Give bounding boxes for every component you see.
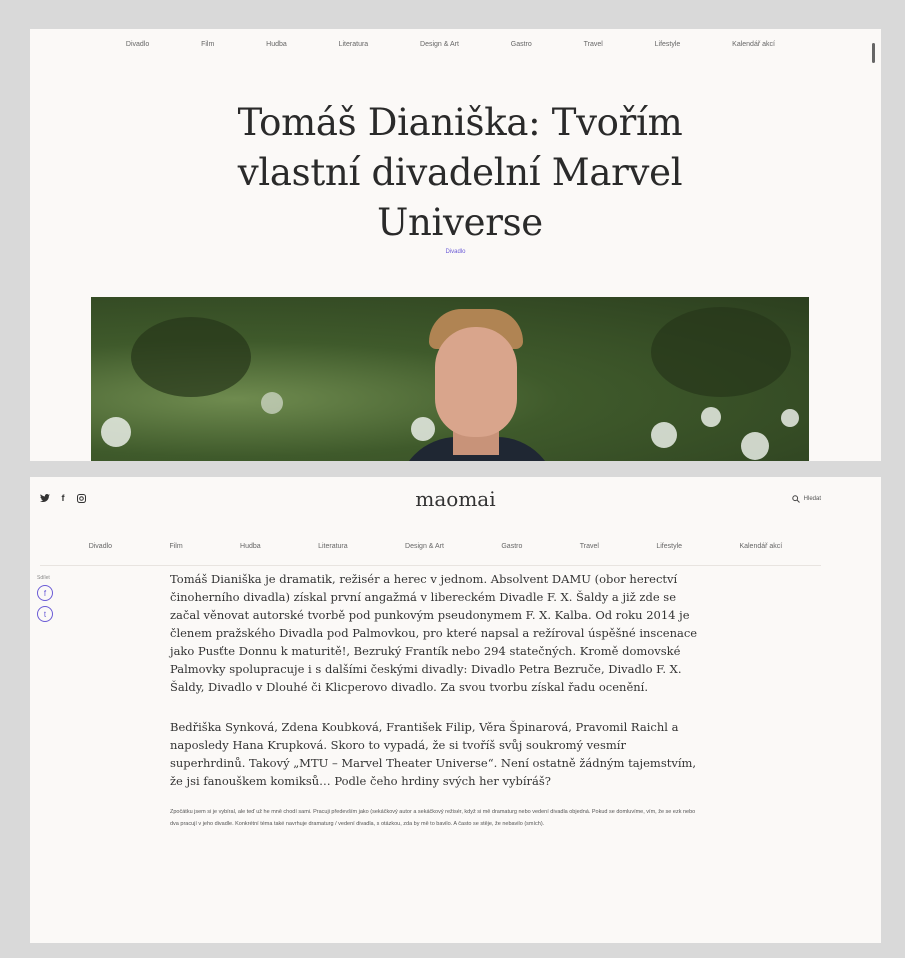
nav-item-divadlo[interactable]: Divadlo bbox=[126, 41, 149, 48]
nav-item-kalendar[interactable]: Kalendář akcí bbox=[739, 543, 782, 550]
article-paragraph: Tomáš Dianiška je dramatik, režisér a he… bbox=[170, 572, 698, 694]
nav-item-divadlo[interactable]: Divadlo bbox=[89, 543, 112, 550]
search-icon bbox=[791, 495, 800, 503]
site-logo[interactable]: maomai bbox=[30, 487, 881, 511]
article-body-panel: f maomai Hledat Divadlo Film Hudba Liter… bbox=[30, 477, 881, 943]
nav-item-hudba[interactable]: Hudba bbox=[240, 543, 261, 550]
nav-item-gastro[interactable]: Gastro bbox=[511, 41, 532, 48]
nav-item-lifestyle[interactable]: Lifestyle bbox=[655, 41, 681, 48]
top-navigation: Divadlo Film Hudba Literatura Design & A… bbox=[30, 41, 881, 48]
nav-item-literatura[interactable]: Literatura bbox=[318, 543, 348, 550]
nav-item-gastro[interactable]: Gastro bbox=[501, 543, 522, 550]
nav-item-design-art[interactable]: Design & Art bbox=[420, 41, 459, 48]
nav-item-hudba[interactable]: Hudba bbox=[266, 41, 287, 48]
share-twitter-button[interactable]: t bbox=[37, 606, 53, 622]
nav-item-lifestyle[interactable]: Lifestyle bbox=[656, 543, 682, 550]
twitter-icon: t bbox=[43, 609, 47, 619]
article-hero-image bbox=[91, 297, 809, 461]
article-category-link[interactable]: Divadlo bbox=[30, 249, 881, 255]
facebook-icon: f bbox=[43, 588, 47, 598]
scrollbar[interactable] bbox=[872, 43, 875, 63]
article-body: Tomáš Dianiška je dramatik, režisér a he… bbox=[170, 570, 700, 852]
nav-item-kalendar[interactable]: Kalendář akcí bbox=[732, 41, 775, 48]
nav-item-travel[interactable]: Travel bbox=[584, 41, 603, 48]
nav-item-film[interactable]: Film bbox=[201, 41, 214, 48]
share-facebook-button[interactable]: f bbox=[37, 585, 53, 601]
share-sidebar: Sdílet f t bbox=[37, 575, 61, 627]
share-label: Sdílet bbox=[37, 575, 50, 581]
nav-item-literatura[interactable]: Literatura bbox=[339, 41, 369, 48]
article-title: Tomáš Dianiška: Tvořím vlastní divadelní… bbox=[237, 100, 683, 244]
search-label: Hledat bbox=[803, 496, 821, 502]
nav-divider bbox=[40, 565, 821, 566]
nav-item-travel[interactable]: Travel bbox=[580, 543, 599, 550]
nav-item-design-art[interactable]: Design & Art bbox=[405, 543, 444, 550]
article-header-panel: Divadlo Film Hudba Literatura Design & A… bbox=[30, 29, 881, 461]
search-button[interactable]: Hledat bbox=[791, 495, 821, 503]
article-question: Bedřiška Synková, Zdena Koubková, Franti… bbox=[170, 720, 697, 788]
article-answer: Zpočátku jsem si je vybíral, ale teď už … bbox=[170, 809, 696, 827]
nav-item-film[interactable]: Film bbox=[169, 543, 182, 550]
main-navigation: Divadlo Film Hudba Literatura Design & A… bbox=[30, 543, 881, 550]
